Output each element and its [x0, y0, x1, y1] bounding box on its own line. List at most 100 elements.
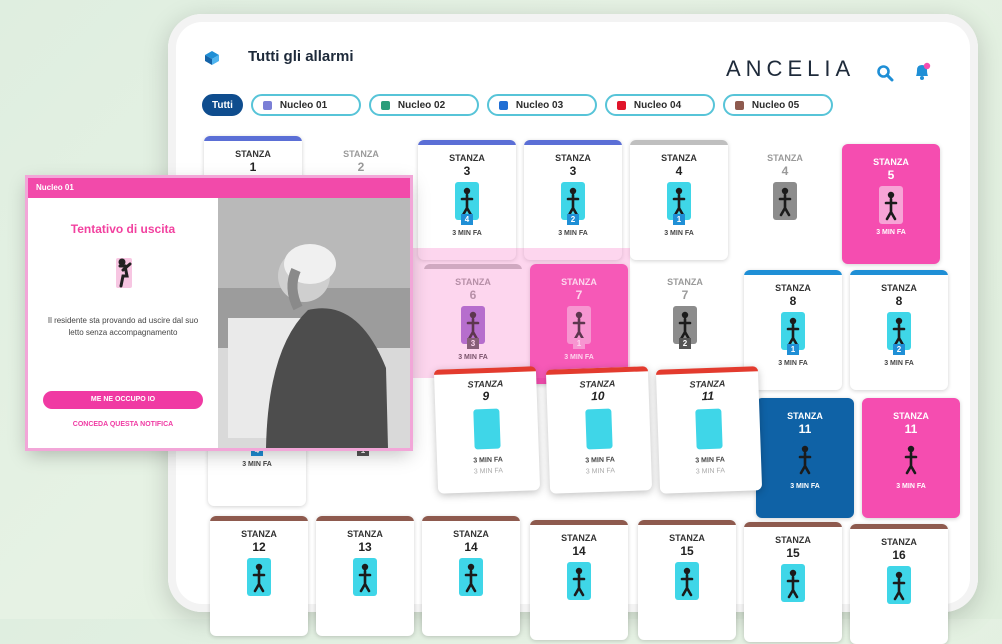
- resident-standing-icon: [585, 408, 613, 450]
- card-status-bar: [204, 136, 302, 141]
- room-number: 3: [463, 164, 471, 178]
- filter-chip-label: Nucleo 05: [751, 99, 800, 111]
- room-card[interactable]: STANZA 13: [316, 516, 414, 636]
- card-status-bar: [636, 264, 734, 269]
- nucleo-color-swatch: [262, 100, 272, 110]
- time-ago: 3 MIN FA: [558, 230, 588, 237]
- room-card[interactable]: STANZA 15: [638, 520, 736, 640]
- filter-chip-nucleo-03[interactable]: Nucleo 03: [486, 94, 597, 116]
- room-number: 12: [252, 540, 266, 554]
- card-status-bar: [842, 144, 940, 149]
- card-status-bar: [736, 140, 834, 145]
- card-status-bar: [850, 524, 948, 529]
- room-label: STANZA: [667, 277, 703, 287]
- brand-logo: ANCELIA: [726, 56, 855, 82]
- nucleo-color-swatch: [734, 100, 744, 110]
- room-label: STANZA: [669, 533, 705, 543]
- room-card[interactable]: STANZA 8 2 3 MIN FA: [850, 270, 948, 390]
- filter-chip-label: Nucleo 04: [633, 99, 682, 111]
- room-card[interactable]: STANZA 14: [422, 516, 520, 636]
- card-status-bar: [312, 136, 410, 141]
- room-card[interactable]: STANZA 3 2 3 MIN FA: [524, 140, 622, 260]
- card-status-bar: [862, 398, 960, 403]
- room-card[interactable]: STANZA 4: [736, 140, 834, 260]
- room-label: STANZA: [873, 157, 909, 167]
- room-label: STANZA: [235, 149, 271, 159]
- time-ago-shadow: 3 MIN FA: [585, 467, 616, 476]
- time-ago: 3 MIN FA: [695, 456, 725, 465]
- popup-content: Tentativo di uscita Il residente sta pro…: [28, 198, 218, 448]
- dismiss-notification-link[interactable]: CONCEDA QUESTA NOTIFICA: [28, 421, 218, 428]
- room-label: STANZA: [775, 283, 811, 293]
- filter-chip-nucleo-02[interactable]: Nucleo 02: [368, 94, 479, 116]
- bed-exit-icon: [116, 258, 132, 288]
- resident-status-icon: [781, 564, 805, 602]
- resident-in-bed-icon: [473, 408, 501, 450]
- room-card[interactable]: STANZA 7 2: [636, 264, 734, 384]
- time-ago: 3 MIN FA: [585, 456, 615, 465]
- room-card[interactable]: STANZA 4 1 3 MIN FA: [630, 140, 728, 260]
- room-label: STANZA: [787, 411, 823, 421]
- room-card[interactable]: STANZA 5 3 MIN FA: [842, 144, 940, 264]
- filter-chip-nucleo-01[interactable]: Nucleo 01: [250, 94, 361, 116]
- room-card[interactable]: STANZA 12: [210, 516, 308, 636]
- page-title: Tutti gli allarmi: [248, 48, 354, 65]
- room-number: 8: [895, 294, 903, 308]
- resident-status-icon: [793, 440, 817, 478]
- room-label: STANZA: [767, 153, 803, 163]
- room-label: STANZA: [343, 149, 379, 159]
- room-card[interactable]: STANZA 14: [530, 520, 628, 640]
- filter-chip-label: Nucleo 02: [397, 99, 446, 111]
- room-number: 2: [357, 160, 365, 174]
- room-card[interactable]: STANZA 15: [744, 522, 842, 642]
- room-label: STANZA: [661, 153, 697, 163]
- room-card-front-9[interactable]: STANZA 9 3 MIN FA 3 MIN FA: [433, 366, 541, 494]
- room-number: 14: [572, 544, 586, 558]
- time-ago: 3 MIN FA: [896, 483, 926, 490]
- search-icon[interactable]: [876, 64, 894, 82]
- room-number: 9: [482, 388, 490, 404]
- card-status-bar: [744, 522, 842, 527]
- room-card[interactable]: STANZA 11 3 MIN FA: [862, 398, 960, 518]
- time-ago: 3 MIN FA: [664, 230, 694, 237]
- popup-description: Il residente sta provando ad uscire dal …: [47, 316, 199, 337]
- card-status-bar: [630, 140, 728, 145]
- room-label: STANZA: [881, 537, 917, 547]
- room-card[interactable]: STANZA 11 3 MIN FA: [756, 398, 854, 518]
- bed-number-badge: 2: [679, 338, 691, 349]
- filter-chip-nucleo-05[interactable]: Nucleo 05: [722, 94, 833, 116]
- resident-status-icon: [459, 558, 483, 596]
- filter-chip-label: Nucleo 03: [515, 99, 564, 111]
- alert-popup: Nucleo 01 Tentativo di uscita Il residen…: [28, 178, 410, 448]
- room-card[interactable]: STANZA 3 4 3 MIN FA: [418, 140, 516, 260]
- room-number: 11: [798, 422, 812, 436]
- resident-status-icon: [773, 182, 797, 220]
- room-card-front-10[interactable]: STANZA 10 3 MIN FA 3 MIN FA: [545, 366, 653, 494]
- filter-chip-all[interactable]: Tutti: [202, 94, 243, 116]
- room-number: 5: [887, 168, 895, 182]
- nucleo-filter-bar: Tutti Nucleo 01 Nucleo 02 Nucleo 03 Nucl…: [202, 94, 833, 116]
- room-label: STANZA: [449, 153, 485, 163]
- take-charge-button[interactable]: ME NE OCCUPO IO: [43, 391, 203, 409]
- room-card[interactable]: STANZA 16: [850, 524, 948, 644]
- room-number: 3: [569, 164, 577, 178]
- bed-number-badge: 2: [567, 214, 579, 225]
- resident-status-icon: [899, 440, 923, 478]
- card-status-bar: [422, 516, 520, 521]
- room-number: 1: [249, 160, 257, 174]
- room-card[interactable]: STANZA 8 1 3 MIN FA: [744, 270, 842, 390]
- time-ago: 3 MIN FA: [242, 461, 272, 468]
- room-label: STANZA: [347, 529, 383, 539]
- brand-wordmark: ANCELIA: [726, 56, 856, 81]
- room-card-front-11[interactable]: STANZA 11 3 MIN FA 3 MIN FA: [655, 366, 763, 494]
- room-label: STANZA: [561, 533, 597, 543]
- filter-chip-nucleo-04[interactable]: Nucleo 04: [604, 94, 715, 116]
- card-status-bar: [210, 516, 308, 521]
- time-ago: 3 MIN FA: [790, 483, 820, 490]
- card-status-bar: [524, 140, 622, 145]
- bell-icon[interactable]: [912, 62, 932, 82]
- bed-number-badge: 4: [461, 214, 473, 225]
- room-label: STANZA: [893, 411, 929, 421]
- card-status-bar: [756, 398, 854, 403]
- resident-photo: [218, 198, 410, 448]
